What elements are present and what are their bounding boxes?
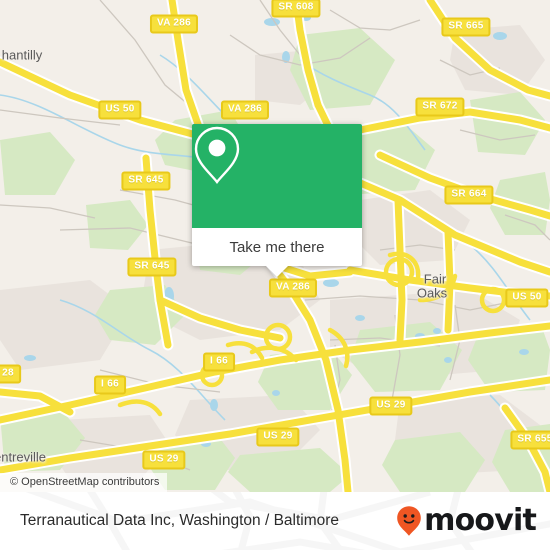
- map-place-label: Fair: [423, 271, 447, 287]
- map-canvas[interactable]: hantilly FairOaks entreville VA 286 SR 608 S…: [0, 0, 550, 492]
- footer-title: Terranautical Data Inc, Washington / Bal…: [20, 512, 340, 529]
- map-place-label: entreville: [0, 449, 47, 465]
- road-shield: VA 286: [268, 278, 318, 298]
- moovit-wordmark: moovit: [424, 503, 537, 538]
- road-shield: SR 655: [510, 430, 550, 450]
- road-shield: US 29: [142, 450, 186, 470]
- moovit-smiley-pin-icon: [397, 506, 421, 536]
- road-shield: I 66: [94, 375, 126, 395]
- road-shield: I 66: [203, 352, 235, 372]
- map-place-label: Oaks: [416, 285, 448, 301]
- road-shield: SR 665: [441, 17, 491, 37]
- road-shield: VA 286: [220, 100, 270, 120]
- map-pin-icon: [194, 126, 240, 184]
- map-attribution[interactable]: © OpenStreetMap contributors: [0, 473, 168, 492]
- popup-pointer: [266, 266, 288, 277]
- take-me-there-label: Take me there: [229, 238, 325, 256]
- road-shield: US 50: [505, 288, 549, 308]
- moovit-logo[interactable]: moovit: [396, 503, 537, 538]
- road-shield: US 29: [256, 427, 300, 447]
- footer-bar: Terranautical Data Inc, Washington / Bal…: [0, 492, 550, 550]
- road-shield: SR 608: [271, 0, 321, 18]
- map-place-label: hantilly: [1, 47, 43, 63]
- road-shield: SR 645: [127, 257, 177, 277]
- road-shield: SR 645: [121, 171, 171, 191]
- popup-header: [192, 124, 362, 228]
- road-shield: US 29: [369, 396, 413, 416]
- road-shield: 28: [0, 364, 21, 384]
- road-shield: SR 672: [415, 97, 465, 117]
- moovit-map-screenshot: hantilly FairOaks entreville VA 286 SR 608 S…: [0, 0, 550, 550]
- location-popup-card[interactable]: Take me there: [192, 124, 362, 277]
- road-shield: VA 286: [149, 14, 199, 34]
- road-shield: SR 664: [444, 185, 494, 205]
- road-shield: US 50: [98, 100, 142, 120]
- popup-footer[interactable]: Take me there: [192, 228, 362, 277]
